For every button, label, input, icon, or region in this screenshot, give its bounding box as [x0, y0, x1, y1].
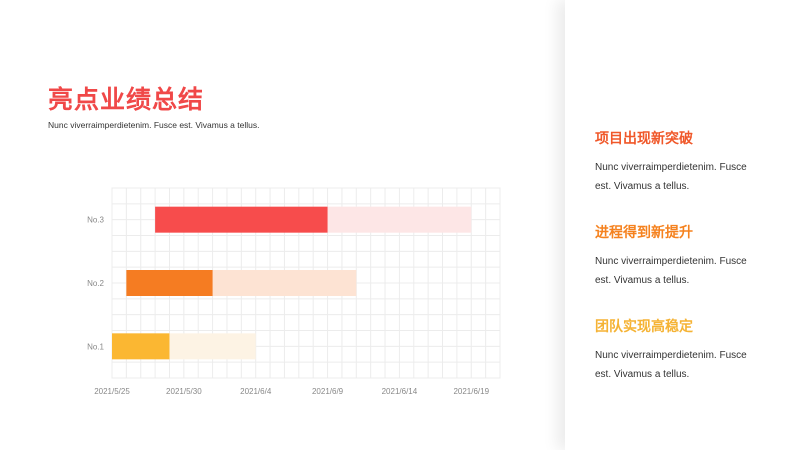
x-tick-label: 2021/6/9	[312, 387, 344, 396]
y-tick-label: No.2	[87, 279, 104, 288]
highlight-item-3: 团队实现高稳定 Nunc viverraimperdietenim. Fusce…	[595, 316, 765, 384]
highlight-title-1: 项目出现新突破	[595, 130, 693, 146]
bar-progress-no1	[112, 333, 170, 360]
highlight-title-3: 团队实现高稳定	[595, 318, 693, 334]
page-subtitle: Nunc viverraimperdietenim. Fusce est. Vi…	[48, 120, 260, 130]
page-title: 亮点业绩总结	[48, 86, 205, 114]
x-tick-label: 2021/5/30	[166, 387, 202, 396]
left-panel: 亮点业绩总结 Nunc viverraimperdietenim. Fusce …	[0, 0, 565, 450]
y-tick-label: No.1	[87, 342, 104, 351]
bar-progress-no2	[126, 270, 213, 296]
highlight-item-2: 进程得到新提升 Nunc viverraimperdietenim. Fusce…	[595, 222, 765, 290]
bar-remaining-no2	[212, 270, 357, 296]
highlight-text-3: Nunc viverraimperdietenim. Fusce est. Vi…	[595, 350, 747, 380]
x-tick-label: 2021/6/14	[382, 387, 418, 396]
gantt-chart: No.3 No.2 No.1 2021/5/25 2021/5/30 2021/6/4 20…	[87, 187, 501, 396]
bar-remaining-no1	[169, 333, 256, 360]
x-tick-label: 2021/5/25	[94, 387, 130, 396]
highlight-item-1: 项目出现新突破 Nunc viverraimperdietenim. Fusce…	[595, 128, 765, 196]
x-tick-label: 2021/6/4	[240, 387, 272, 396]
bar-remaining-no3	[327, 206, 472, 233]
x-tick-label: 2021/6/19	[453, 387, 489, 396]
highlight-text-2: Nunc viverraimperdietenim. Fusce est. Vi…	[595, 256, 747, 286]
highlight-title-2: 进程得到新提升	[595, 224, 693, 240]
bar-progress-no3	[155, 206, 328, 233]
y-tick-label: No.3	[87, 216, 104, 225]
highlight-text-1: Nunc viverraimperdietenim. Fusce est. Vi…	[595, 162, 747, 192]
